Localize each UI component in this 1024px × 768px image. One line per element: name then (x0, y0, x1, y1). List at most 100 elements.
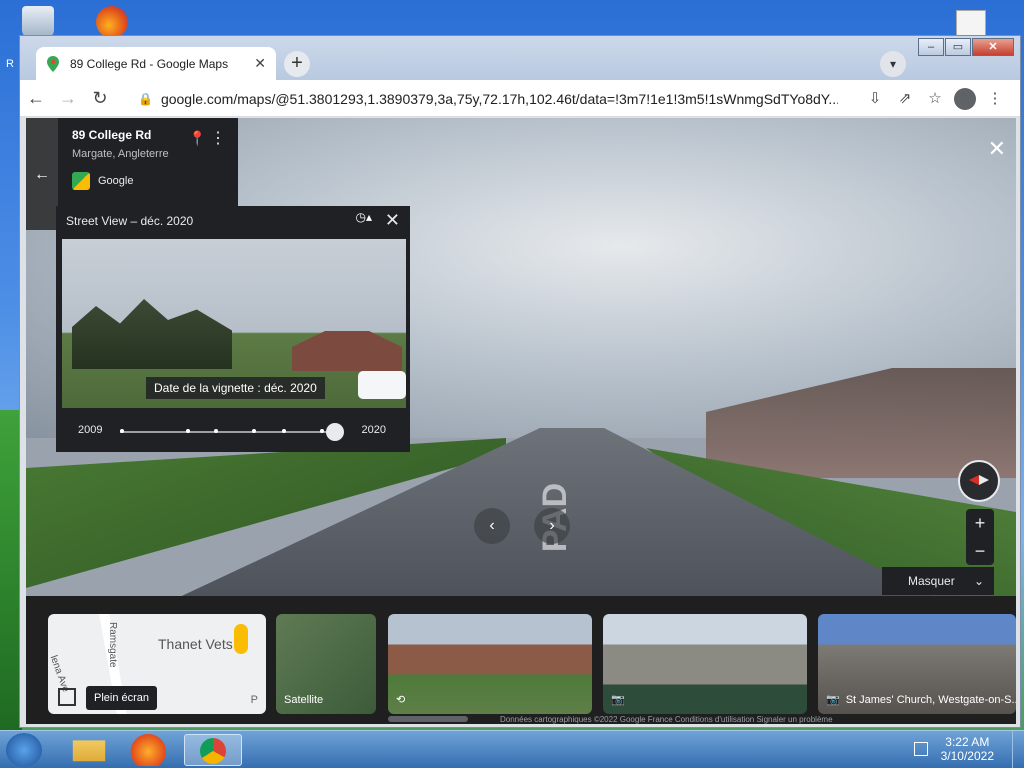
history-clock-icon[interactable]: ◷▴ (356, 210, 373, 224)
parking-label: P (250, 694, 258, 706)
zoom-in-button[interactable]: + (966, 509, 994, 537)
location-pin-icon[interactable]: 📍 (189, 130, 206, 147)
tab-search-chevron-icon[interactable]: ▾ (880, 51, 906, 77)
compass-icon[interactable] (958, 460, 1000, 502)
maximize-button[interactable]: ▭ (945, 38, 971, 56)
pegman-icon[interactable] (234, 624, 248, 654)
file-explorer-taskbar-icon[interactable] (72, 740, 106, 762)
thumbnail-date: Date de la vignette : déc. 2020 (146, 377, 325, 399)
zoom-control: + − (966, 509, 994, 565)
browser-toolbar: ← → ↻ 🔒 google.com/maps/@51.3801293,1.38… (20, 80, 1020, 117)
back-arrow-button[interactable]: ← (26, 118, 58, 230)
new-tab-button[interactable]: + (284, 51, 310, 77)
tab-close-icon[interactable]: ✕ (254, 55, 266, 72)
slider-stop[interactable] (282, 429, 286, 433)
slider-stop[interactable] (252, 429, 256, 433)
photo-thumb-3[interactable]: 📷 St James' Church, Westgate-on-S... (818, 614, 1016, 714)
fullscreen-icon[interactable] (58, 688, 76, 706)
share-icon[interactable]: ⇗ (890, 86, 920, 112)
slider-stop[interactable] (214, 429, 218, 433)
google-maps-logo-icon (72, 172, 90, 190)
firefox-taskbar-icon[interactable] (124, 734, 178, 766)
photo-strip: Ramsgate lena Ave Thanet Vets P Plein éc… (26, 596, 1016, 724)
thumb-van (358, 371, 406, 399)
google-brand: Google (72, 172, 224, 190)
hide-strip-button[interactable]: Masquer ⌄ (882, 567, 994, 595)
photo2-caption: 📷 (611, 693, 631, 706)
time-machine-panel: ◷▴ Street View – déc. 2020 ✕ Date de la … (56, 206, 410, 452)
title-bar: 89 College Rd - Google Maps ✕ + ▾ – ▭ ✕ (20, 36, 1020, 80)
time-machine-close-icon[interactable]: ✕ (385, 210, 400, 231)
thumb-house (292, 331, 402, 371)
more-options-icon[interactable]: ⋮ (210, 128, 226, 148)
slider-track[interactable] (120, 423, 344, 441)
url-text: google.com/maps/@51.3801293,1.3890379,3a… (160, 91, 838, 107)
photo-thumb-1[interactable]: ⟲ (388, 614, 592, 714)
slider-stop[interactable] (320, 429, 324, 433)
tab-title: 89 College Rd - Google Maps (70, 56, 229, 71)
nav-right-arrow-icon[interactable]: › (534, 508, 570, 544)
minimap-ramsgate: Ramsgate (107, 622, 118, 668)
compass-needle (969, 475, 989, 485)
show-desktop-button[interactable] (1012, 731, 1024, 768)
desktop-label: R (6, 58, 14, 70)
time-machine-header: ◷▴ Street View – déc. 2020 ✕ (56, 206, 410, 236)
chevron-down-icon: ⌄ (973, 574, 984, 588)
slider-stop[interactable] (186, 429, 190, 433)
year-slider[interactable]: 2009 2020 (56, 416, 410, 446)
map-footer: Données cartographiques ©2022 Google Fra… (500, 715, 833, 724)
profile-avatar[interactable] (954, 88, 976, 110)
photo1-caption: ⟲ (396, 693, 411, 706)
lock-icon[interactable]: 🔒 (138, 92, 153, 106)
time-machine-thumbnail[interactable]: Date de la vignette : déc. 2020 (62, 239, 406, 408)
firefox-desktop-icon[interactable] (96, 6, 128, 38)
street-view-viewport[interactable]: PAD ← 89 College Rd Margate, Angleterre … (26, 118, 1016, 724)
slider-stop[interactable] (120, 429, 124, 433)
minimap-thumb[interactable]: Ramsgate lena Ave Thanet Vets P Plein éc… (48, 614, 266, 714)
toolbar-actions: ⇩ ⇗ ☆ ⋮ (860, 86, 1010, 112)
brand-label: Google (98, 175, 134, 187)
year-end: 2020 (361, 424, 386, 436)
photo-thumb-2[interactable]: 📷 (603, 614, 807, 714)
strip-scrollbar[interactable] (388, 716, 468, 722)
satellite-thumb[interactable]: Satellite (276, 614, 376, 714)
clock-date: 3/10/2022 (940, 749, 994, 763)
back-arrow-icon[interactable]: ← (20, 88, 52, 109)
chrome-taskbar-icon[interactable] (184, 734, 242, 766)
menu-kebab-icon[interactable]: ⋮ (980, 86, 1010, 112)
start-button[interactable] (6, 733, 42, 767)
tab-google-maps[interactable]: 89 College Rd - Google Maps ✕ (36, 47, 276, 80)
google-maps-icon (47, 55, 59, 72)
slider-handle[interactable] (326, 423, 344, 441)
recycle-bin-icon[interactable] (22, 6, 54, 38)
fullscreen-tooltip: Plein écran (86, 686, 158, 710)
minimize-button[interactable]: – (918, 38, 944, 56)
install-app-icon[interactable]: ⇩ (860, 86, 890, 112)
system-clock[interactable]: 3:22 AM 3/10/2022 (941, 735, 994, 763)
close-street-view-icon[interactable]: ✕ (988, 136, 1006, 162)
masquer-label: Masquer (908, 574, 955, 588)
window-controls: – ▭ ✕ (917, 38, 1014, 56)
chrome-window: 89 College Rd - Google Maps ✕ + ▾ – ▭ ✕ … (19, 35, 1021, 728)
taskbar: 3:22 AM 3/10/2022 (0, 730, 1024, 768)
minimap-vets-label: Thanet Vets (158, 636, 233, 652)
camera-icon: 📷 (826, 694, 840, 706)
address-bar[interactable]: 🔒 google.com/maps/@51.3801293,1.3890379,… (138, 86, 838, 112)
address-city: Margate, Angleterre (72, 148, 169, 160)
360-icon: ⟲ (396, 694, 406, 706)
thumb-trees (72, 299, 232, 369)
photo3-caption: 📷 St James' Church, Westgate-on-S... (826, 693, 1016, 707)
camera-icon: 📷 (611, 694, 625, 706)
network-tray-icon[interactable] (914, 742, 928, 756)
forward-arrow-icon[interactable]: → (52, 88, 84, 109)
year-start: 2009 (78, 424, 103, 436)
time-machine-title: Street View – déc. 2020 (66, 214, 194, 228)
reload-icon[interactable]: ↻ (84, 88, 116, 109)
nav-left-arrow-icon[interactable]: ‹ (474, 508, 510, 544)
satellite-label: Satellite (284, 694, 324, 706)
close-window-button[interactable]: ✕ (972, 38, 1014, 56)
photo3-caption-text: St James' Church, Westgate-on-S... (845, 693, 1016, 706)
bookmark-star-icon[interactable]: ☆ (920, 86, 950, 112)
clock-time: 3:22 AM (945, 735, 990, 749)
zoom-out-button[interactable]: − (966, 537, 994, 565)
